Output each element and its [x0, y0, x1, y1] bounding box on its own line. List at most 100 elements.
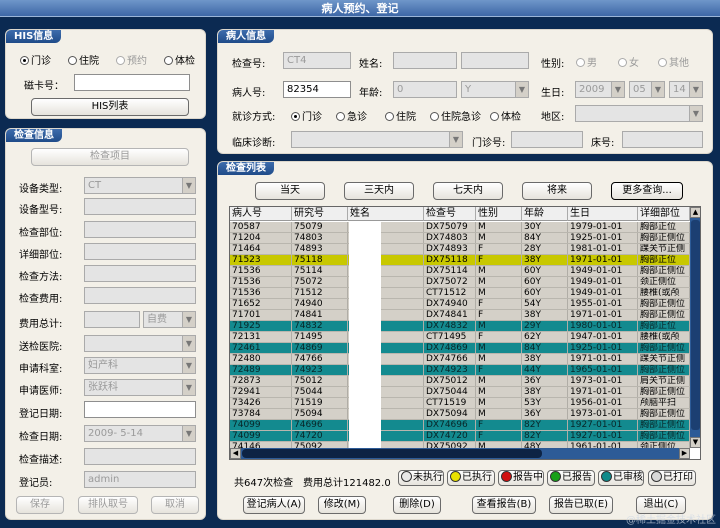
table-row[interactable]: 72941 75044 DX75044 M 38Y 1971-01-01 胸部正侧位	[230, 387, 690, 398]
col-patient-no[interactable]: 病人号	[230, 207, 292, 221]
col-name[interactable]: 姓名	[348, 207, 424, 221]
reg-date-input[interactable]	[84, 401, 196, 418]
exam-desc-input[interactable]	[84, 448, 196, 465]
visit-outpatient-radio[interactable]: 门诊	[291, 108, 322, 123]
card-input[interactable]	[74, 74, 190, 91]
table-cell: DX75114	[424, 266, 476, 276]
col-study-no[interactable]: 研究号	[292, 207, 348, 221]
col-age[interactable]: 年龄	[522, 207, 568, 221]
visit-inpatient-emergency-radio[interactable]: 住院急诊	[430, 108, 481, 123]
table-row[interactable]: 72131 71495 CT71495 F 62Y 1947-01-01 腰椎(或颅	[230, 332, 690, 343]
name-input[interactable]	[393, 52, 457, 69]
gender-male-radio[interactable]: 男	[576, 54, 597, 69]
table-row[interactable]: 74099 74720 DX74720 F 82Y 1927-01-01 胸部正侧位	[230, 431, 690, 442]
col-detail-part[interactable]: 详细部位	[638, 207, 690, 221]
diagnosis-select[interactable]: ▼	[291, 131, 463, 148]
view-report-button[interactable]: 查看报告(B)	[472, 496, 536, 514]
cancel-button[interactable]: 取消	[151, 496, 199, 514]
device-model-input[interactable]	[84, 198, 196, 215]
radio-outpatient[interactable]: 门诊	[20, 52, 51, 67]
age-unit-select[interactable]: Y ▼	[461, 81, 529, 98]
table-row[interactable]: 74099 74696 DX74696 F 82Y 1927-01-01 胸部正侧位	[230, 420, 690, 431]
visit-checkup-radio[interactable]: 体检	[490, 108, 521, 123]
legend-1[interactable]: 已执行	[447, 470, 495, 486]
vertical-scrollbar[interactable]: ▲ ▼	[690, 207, 700, 448]
table-row[interactable]: 71652 74940 DX74940 F 54Y 1955-01-01 胸部正侧位	[230, 299, 690, 310]
modify-button[interactable]: 修改(M)	[318, 496, 366, 514]
region-select[interactable]: ▼	[575, 105, 703, 122]
table-row[interactable]: 71523 75118 DX75118 F 38Y 1971-01-01 胸部正位	[230, 255, 690, 266]
fee-type-select[interactable]: 自费 ▼	[143, 311, 196, 328]
filter-future-button[interactable]: 将来	[522, 182, 592, 200]
apply-doctor-select[interactable]: 张跃科 ▼	[84, 379, 196, 396]
clinic-no-input[interactable]	[511, 131, 583, 148]
report-taken-button[interactable]: 报告已取(E)	[549, 496, 613, 514]
delete-button[interactable]: 删除(D)	[393, 496, 441, 514]
col-exam-no[interactable]: 检查号	[424, 207, 476, 221]
bed-no-input[interactable]	[622, 131, 703, 148]
legend-3[interactable]: 已报告	[547, 470, 595, 486]
table-row[interactable]: 71925 74832 DX74832 M 29Y 1980-01-01 胸部正位	[230, 321, 690, 332]
table-row[interactable]: 70587 75079 DX75079 M 30Y 1979-01-01 胸部正位	[230, 222, 690, 233]
exam-fee-input[interactable]	[84, 287, 196, 304]
visit-inpatient-radio[interactable]: 住院	[385, 108, 416, 123]
scroll-down-icon[interactable]: ▼	[690, 437, 700, 448]
save-button[interactable]: 保存	[16, 496, 64, 514]
legend-0[interactable]: 未执行	[398, 470, 444, 486]
legend-2[interactable]: 报告中	[498, 470, 544, 486]
radio-inpatient[interactable]: 住院	[68, 52, 99, 67]
table-row[interactable]: 72461 74869 DX74869 M 84Y 1925-01-01 胸部正侧位	[230, 343, 690, 354]
patient-no-input[interactable]: 82354	[283, 81, 351, 98]
filter-3days-button[interactable]: 三天内	[344, 182, 414, 200]
register-patient-button[interactable]: 登记病人(A)	[243, 496, 305, 514]
scroll-thumb[interactable]	[691, 220, 700, 430]
registrar-input[interactable]: admin	[84, 471, 196, 488]
detail-part-input[interactable]	[84, 243, 196, 260]
horizontal-scrollbar[interactable]: ◀ ▶	[230, 448, 690, 459]
apply-dept-select[interactable]: 妇产科 ▼	[84, 357, 196, 374]
queue-button[interactable]: 排队取号	[78, 496, 138, 514]
table-row[interactable]: 71536 75072 DX75072 M 60Y 1949-01-01 颈正侧位	[230, 277, 690, 288]
exam-date-picker[interactable]: 2009- 5-14 ▼	[84, 425, 196, 442]
legend-4[interactable]: 已审核	[598, 470, 644, 486]
filter-today-button[interactable]: 当天	[255, 182, 325, 200]
exam-method-input[interactable]	[84, 265, 196, 282]
table-row[interactable]: 71701 74841 DX74841 F 38Y 1971-01-01 胸部正侧位	[230, 310, 690, 321]
table-row[interactable]: 72489 74923 DX74923 F 44Y 1965-01-01 胸部正侧位	[230, 365, 690, 376]
scroll-left-icon[interactable]: ◀	[230, 448, 241, 459]
scroll-right-icon[interactable]: ▶	[679, 448, 690, 459]
exam-no-input[interactable]: CT4	[283, 52, 351, 69]
table-row[interactable]: 72480 74766 DX74766 M 38Y 1971-01-01 踝关节正侧	[230, 354, 690, 365]
birth-day-select[interactable]: 14 ▼	[669, 81, 703, 98]
name-pinyin-input[interactable]	[461, 52, 529, 69]
exam-part-input[interactable]	[84, 221, 196, 238]
apply-dept-label: 申请科室:	[19, 364, 63, 375]
col-gender[interactable]: 性别	[476, 207, 522, 221]
table-row[interactable]: 71464 74893 DX74893 F 28Y 1981-01-01 踝关节正侧	[230, 244, 690, 255]
device-type-select[interactable]: CT ▼	[84, 177, 196, 194]
gender-female-radio[interactable]: 女	[618, 54, 639, 69]
birth-year-select[interactable]: 2009 ▼	[575, 81, 625, 98]
table-row[interactable]: 71536 71512 CT71512 M 60Y 1949-01-01 腰椎(或颅	[230, 288, 690, 299]
table-row[interactable]: 72873 75012 DX75012 M 36Y 1973-01-01 肩关节正侧	[230, 376, 690, 387]
table-row[interactable]: 73784 75094 DX75094 M 36Y 1973-01-01 胸部正侧位	[230, 409, 690, 420]
table-cell: 60Y	[522, 277, 568, 287]
table-row[interactable]: 71204 74803 DX74803 M 84Y 1925-01-01 胸部正侧位	[230, 233, 690, 244]
visit-emergency-radio[interactable]: 急诊	[336, 108, 367, 123]
table-row[interactable]: 71536 75114 DX75114 M 60Y 1949-01-01 胸部正侧位	[230, 266, 690, 277]
filter-7days-button[interactable]: 七天内	[433, 182, 503, 200]
col-birth[interactable]: 生日	[568, 207, 638, 221]
his-list-button[interactable]: HIS列表	[31, 98, 189, 116]
scroll-h-thumb[interactable]	[242, 449, 542, 458]
table-row[interactable]: 73426 71519 CT71519 M 53Y 1956-01-01 颅脑平扫	[230, 398, 690, 409]
birth-month-select[interactable]: 05 ▼	[629, 81, 665, 98]
exam-item-button[interactable]: 检查项目	[31, 148, 189, 166]
scroll-up-icon[interactable]: ▲	[690, 207, 700, 218]
legend-5[interactable]: 已打印	[648, 470, 696, 486]
radio-checkup[interactable]: 体检	[164, 52, 195, 67]
fee-total-input[interactable]	[84, 311, 140, 328]
gender-other-radio[interactable]: 其他	[658, 54, 689, 69]
age-input[interactable]: 0	[393, 81, 457, 98]
more-query-button[interactable]: 更多查询...	[611, 182, 683, 200]
send-hospital-select[interactable]: ▼	[84, 335, 196, 352]
